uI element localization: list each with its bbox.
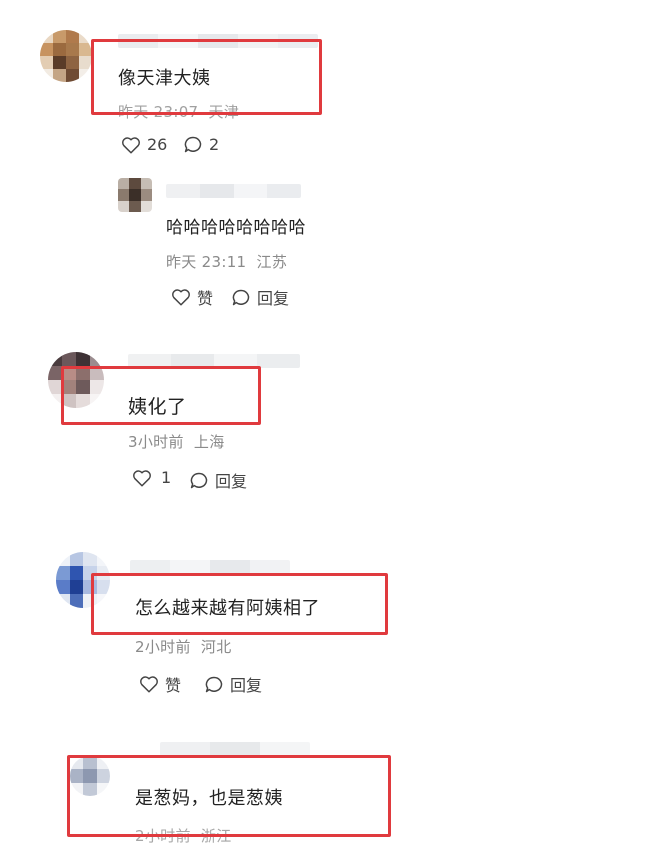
comment-text: 哈哈哈哈哈哈哈哈 (166, 218, 306, 238)
like-count: 26 (147, 135, 168, 154)
reply-label: 回复 (215, 472, 248, 491)
comment-meta: 昨天 23:11 江苏 (166, 251, 287, 272)
avatar[interactable] (40, 30, 92, 82)
reply-button[interactable]: 2 (183, 135, 219, 154)
reply-label: 回复 (230, 676, 263, 695)
highlight-box (91, 573, 388, 635)
speech-bubble-icon (205, 676, 223, 692)
like-button[interactable]: 1 (132, 468, 171, 487)
highlight-box (61, 366, 261, 425)
comment-location: 河北 (200, 638, 232, 656)
comment-time: 昨天 23:11 (166, 253, 247, 271)
username-blurred[interactable] (166, 184, 301, 198)
like-button[interactable]: 赞 (171, 285, 213, 309)
like-label: 赞 (165, 676, 182, 695)
comment-time: 3小时前 (128, 433, 184, 451)
like-button[interactable]: 26 (121, 135, 167, 154)
avatar[interactable] (118, 178, 152, 212)
like-label: 赞 (197, 289, 214, 308)
heart-outline-icon (122, 136, 140, 154)
username-blurred[interactable] (160, 742, 310, 756)
comment-location: 上海 (193, 433, 225, 451)
comment-location: 江苏 (256, 253, 288, 271)
speech-bubble-icon (190, 472, 208, 488)
comment-meta: 2小时前 河北 (135, 636, 232, 657)
like-count: 1 (161, 468, 172, 487)
heart-outline-icon (140, 676, 158, 693)
highlight-box (67, 755, 391, 837)
username-blurred[interactable] (130, 560, 290, 574)
reply-button[interactable]: 回复 (204, 672, 262, 696)
comment-time: 2小时前 (135, 638, 191, 656)
reply-button[interactable]: 回复 (231, 285, 289, 309)
reply-count: 2 (209, 135, 220, 154)
heart-outline-icon (133, 469, 151, 487)
speech-bubble-icon (232, 289, 250, 305)
comment-meta: 3小时前 上海 (128, 431, 225, 452)
reply-button[interactable]: 回复 (189, 468, 247, 492)
heart-outline-icon (172, 289, 190, 306)
speech-bubble-icon (184, 136, 202, 153)
reply-label: 回复 (257, 289, 290, 308)
like-button[interactable]: 赞 (139, 672, 181, 696)
highlight-box (91, 39, 322, 115)
